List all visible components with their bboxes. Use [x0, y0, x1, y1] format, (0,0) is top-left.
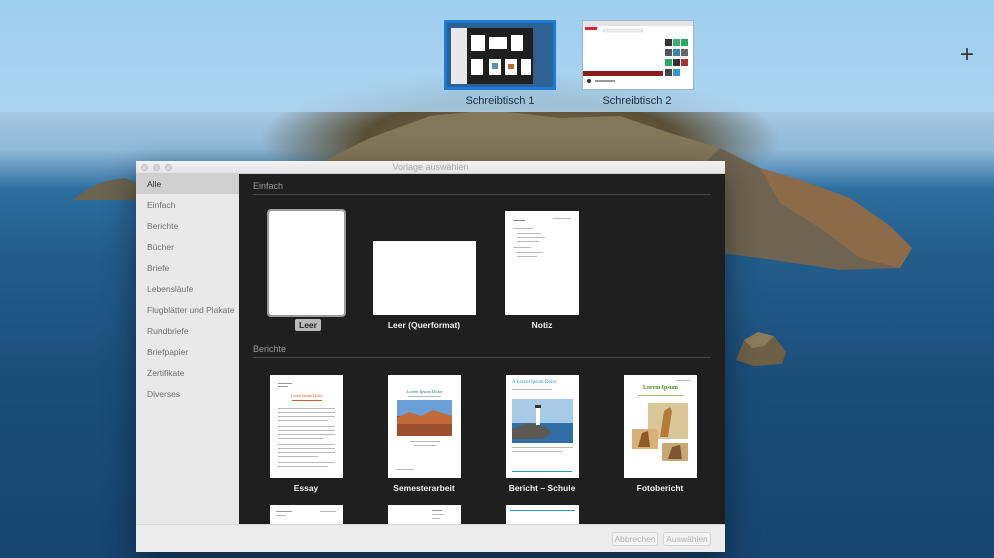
mission-control-bar: Schreibtisch 1 Schreibtisch 2 + [0, 0, 994, 112]
template-partial-3[interactable] [506, 505, 579, 524]
section-title-berichte: Berichte [253, 344, 287, 354]
rock-image [736, 332, 786, 366]
sidebar-item-buecher[interactable]: Bücher [136, 237, 239, 257]
sidebar-item-zertifikate[interactable]: Zertifikate [136, 363, 239, 383]
template-essay[interactable]: Lorem Ipsum Dolor [270, 375, 343, 478]
desktop-2-label[interactable]: Schreibtisch 2 [572, 95, 702, 107]
cancel-button[interactable]: Abbrechen [612, 532, 658, 546]
essay-thumb-title: Lorem Ipsum Dolor [290, 393, 323, 398]
dialog-title: Vorlage auswählen [392, 162, 469, 172]
desktop-1-preview [447, 23, 553, 87]
template-partial-2[interactable] [388, 505, 461, 524]
template-bericht-schule[interactable]: A Lorem Ipsum Dolor [506, 375, 579, 478]
left-headland [72, 178, 142, 200]
sidebar-item-briefpapier[interactable]: Briefpapier [136, 342, 239, 362]
template-chooser-dialog: Vorlage auswählen Alle Einfach Berichte … [136, 161, 725, 552]
giraffe-photos [632, 403, 688, 461]
desktop-1-thumbnail[interactable] [444, 20, 556, 90]
sidebar-item-einfach[interactable]: Einfach [136, 195, 239, 215]
title-bar: Vorlage auswählen [136, 161, 725, 174]
sidebar-item-berichte[interactable]: Berichte [136, 216, 239, 236]
template-label-leer-querformat[interactable]: Leer (Querformat) [364, 320, 484, 330]
bericht-thumb-title: A Lorem Ipsum Dolor [512, 380, 557, 385]
template-label-notiz[interactable]: Notiz [482, 320, 602, 330]
template-notiz[interactable] [505, 211, 579, 315]
template-label-essay[interactable]: Essay [246, 483, 366, 493]
template-label-fotobericht[interactable]: Fotobericht [600, 483, 720, 493]
semester-thumb-title: Lorem Ipsum Dolor [406, 389, 443, 394]
sidebar-item-diverses[interactable]: Diverses [136, 384, 239, 404]
template-label-leer[interactable]: Leer [295, 319, 321, 331]
template-fotobericht[interactable]: Lorem Ipsum [624, 375, 697, 478]
template-gallery: Einfach Leer Leer (Querformat) Notiz Ber… [239, 174, 725, 524]
section-divider [253, 194, 711, 195]
canyon-photo [397, 400, 452, 436]
template-label-semesterarbeit[interactable]: Semesterarbeit [364, 483, 484, 493]
sidebar-item-briefe[interactable]: Briefe [136, 258, 239, 278]
choose-button[interactable]: Auswählen [663, 532, 711, 546]
desktop-2-thumbnail[interactable] [582, 20, 694, 90]
section-title-einfach: Einfach [253, 181, 284, 191]
template-leer-querformat[interactable] [373, 241, 476, 315]
desktop-1-label[interactable]: Schreibtisch 1 [435, 95, 565, 107]
template-partial-1[interactable] [270, 505, 343, 524]
add-desktop-button[interactable]: + [956, 43, 978, 67]
template-label-bericht-schule[interactable]: Bericht – Schule [482, 483, 602, 493]
sidebar-item-lebenslaeufe[interactable]: Lebensläufe [136, 279, 239, 299]
section-divider [253, 357, 711, 358]
sidebar-item-flugblaetter[interactable]: Flugblätter und Plakate [136, 300, 239, 320]
sidebar-item-alle[interactable]: Alle [136, 174, 239, 194]
foto-thumb-title: Lorem Ipsum [642, 385, 679, 391]
desktop-2-preview [583, 21, 693, 89]
template-leer[interactable] [267, 209, 346, 317]
sidebar-item-rundbriefe[interactable]: Rundbriefe [136, 321, 239, 341]
category-sidebar: Alle Einfach Berichte Bücher Briefe Lebe… [136, 174, 239, 524]
dialog-footer: Abbrechen Auswählen [136, 524, 725, 552]
template-semesterarbeit[interactable]: Lorem Ipsum Dolor [388, 375, 461, 478]
lighthouse-photo [512, 399, 573, 443]
